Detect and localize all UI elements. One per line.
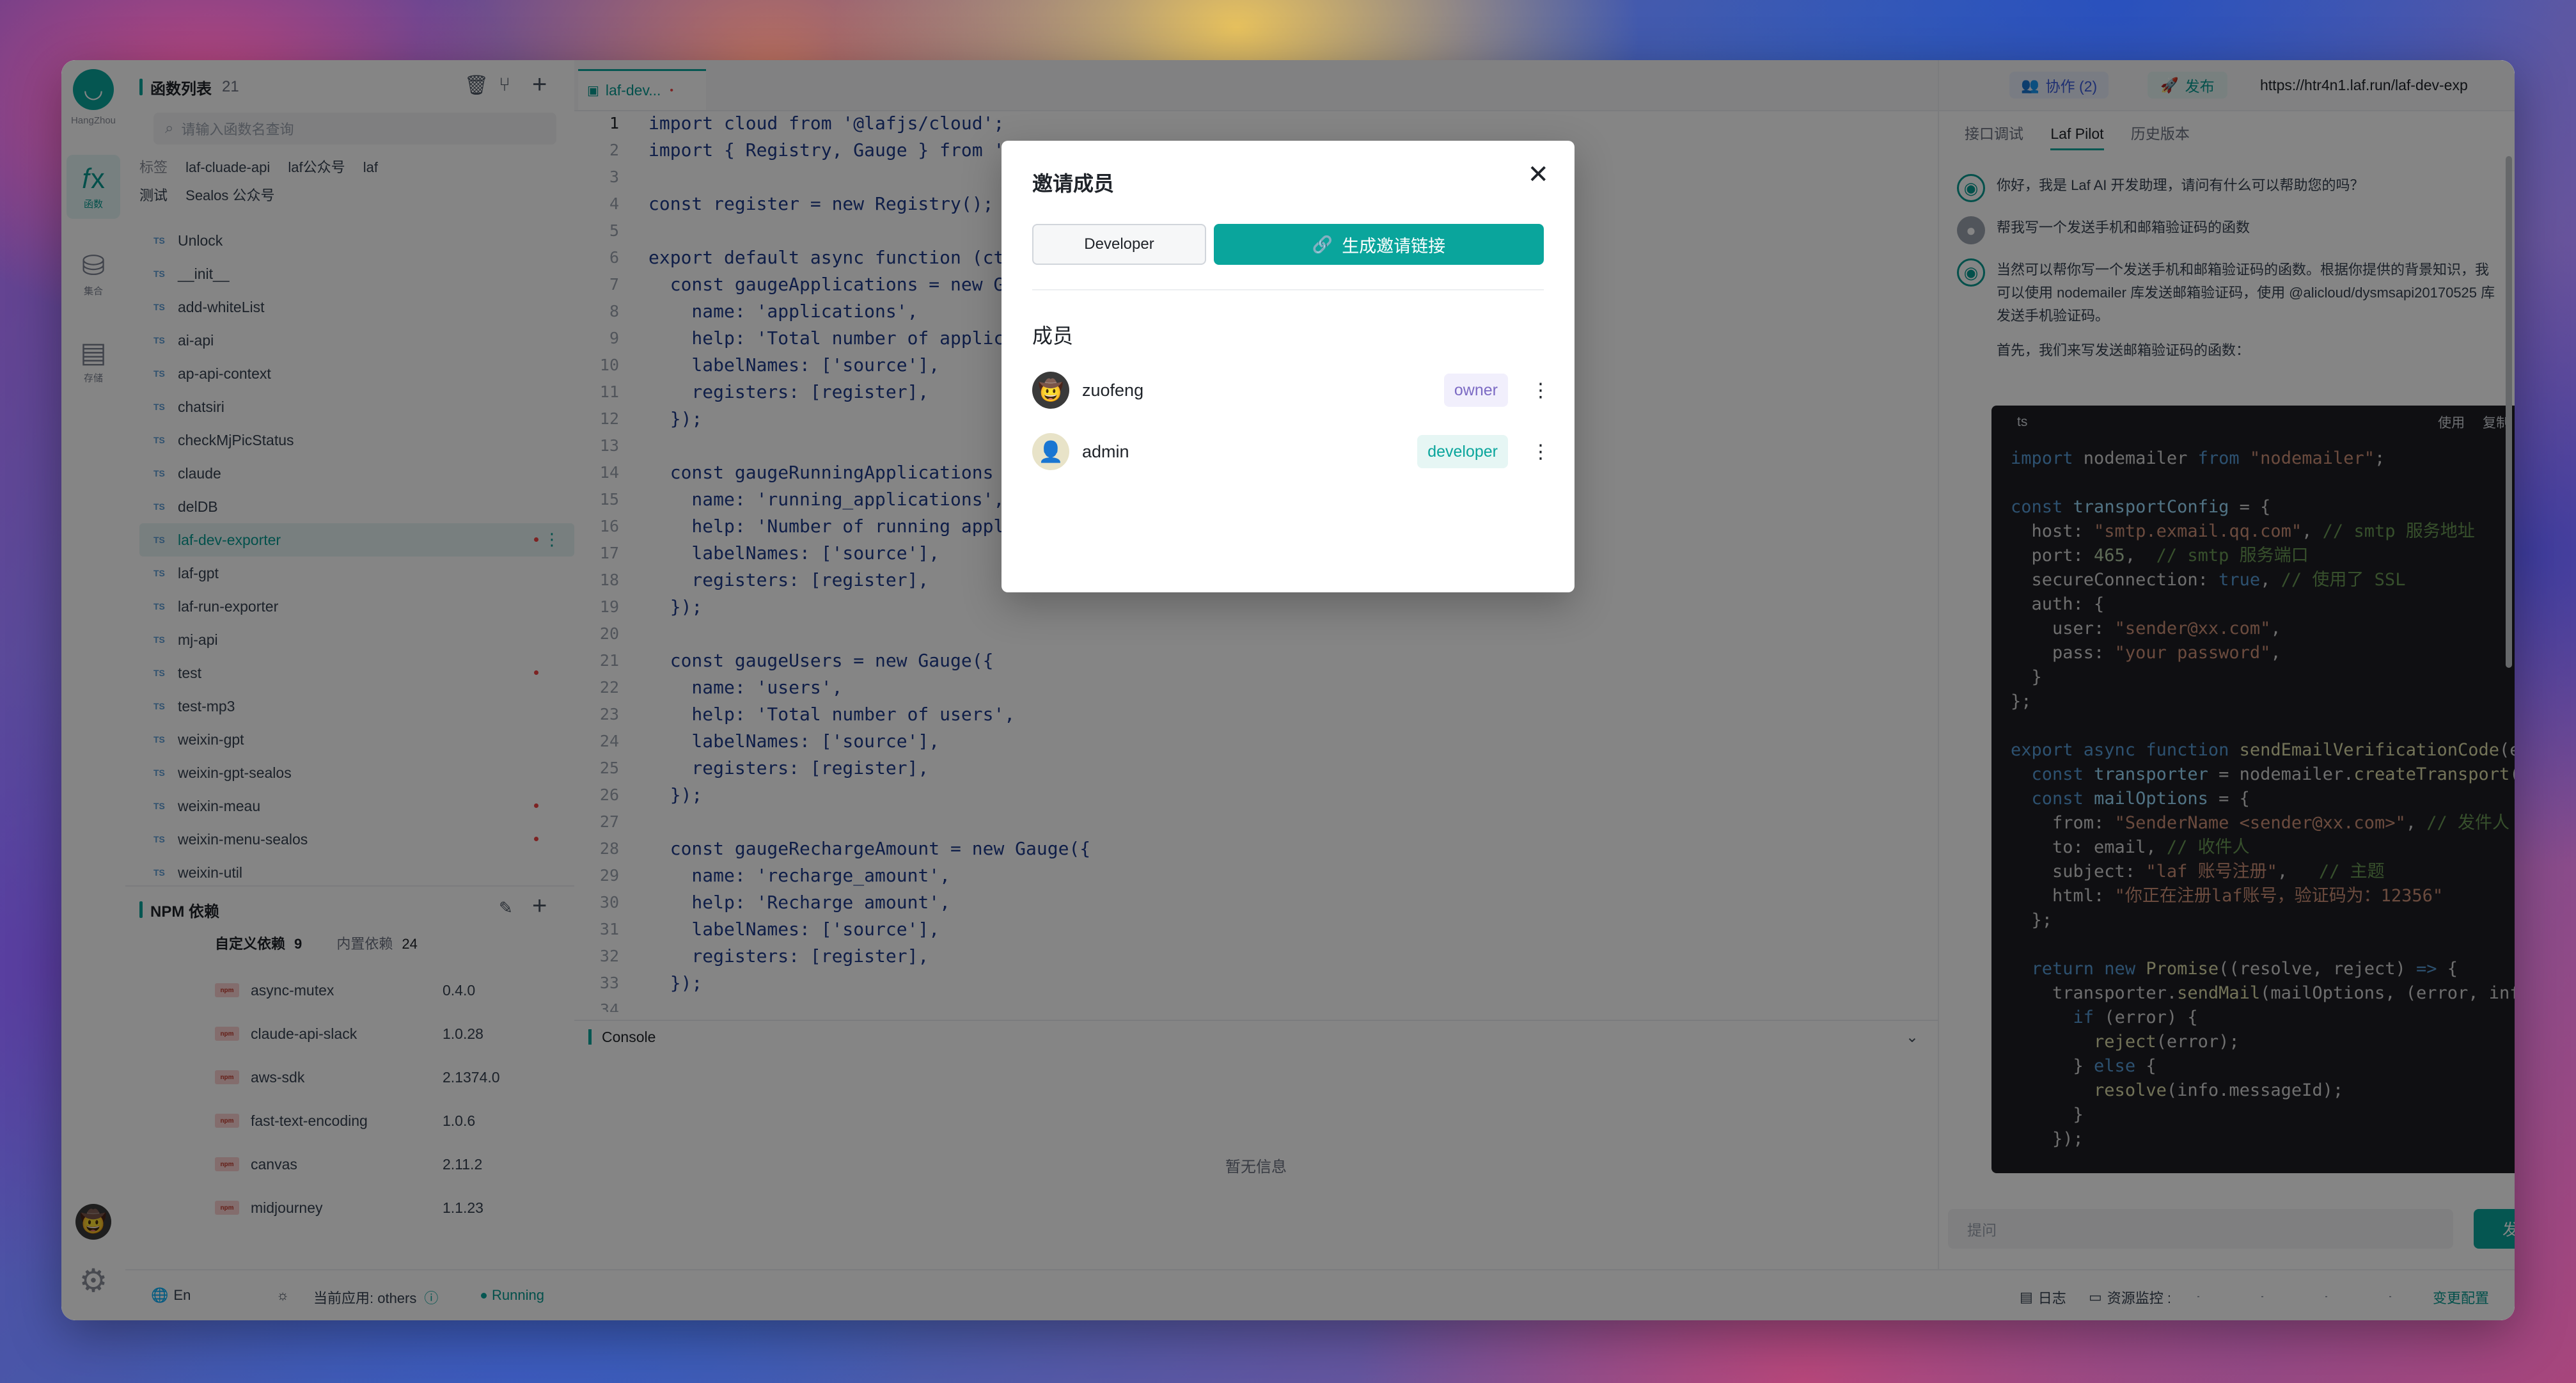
role-badge: developer xyxy=(1417,435,1508,468)
more-options-icon[interactable]: ⋮ xyxy=(1531,379,1550,402)
generate-label: 生成邀请链接 xyxy=(1342,236,1446,256)
member-name: admin xyxy=(1082,441,1129,461)
avatar: 🤠 xyxy=(1032,372,1069,409)
members-title: 成员 xyxy=(1032,324,1074,347)
divider xyxy=(1032,289,1544,290)
generate-invite-link-button[interactable]: 🔗 生成邀请链接 xyxy=(1214,224,1544,265)
member-row: 👤 admin developer ⋮ xyxy=(1032,431,1550,472)
invite-members-dialog: 邀请成员 ✕ Developer 🔗 生成邀请链接 成员 🤠 zuofeng o… xyxy=(1001,141,1575,592)
link-icon: 🔗 xyxy=(1312,234,1333,254)
dialog-title: 邀请成员 xyxy=(1032,172,1115,195)
avatar: 👤 xyxy=(1032,433,1069,470)
member-row: 🤠 zuofeng owner ⋮ xyxy=(1032,370,1550,411)
member-name: zuofeng xyxy=(1082,380,1144,400)
close-icon[interactable]: ✕ xyxy=(1527,160,1549,189)
more-options-icon[interactable]: ⋮ xyxy=(1531,441,1550,463)
role-badge: owner xyxy=(1443,374,1508,407)
role-select[interactable]: Developer xyxy=(1032,224,1206,265)
